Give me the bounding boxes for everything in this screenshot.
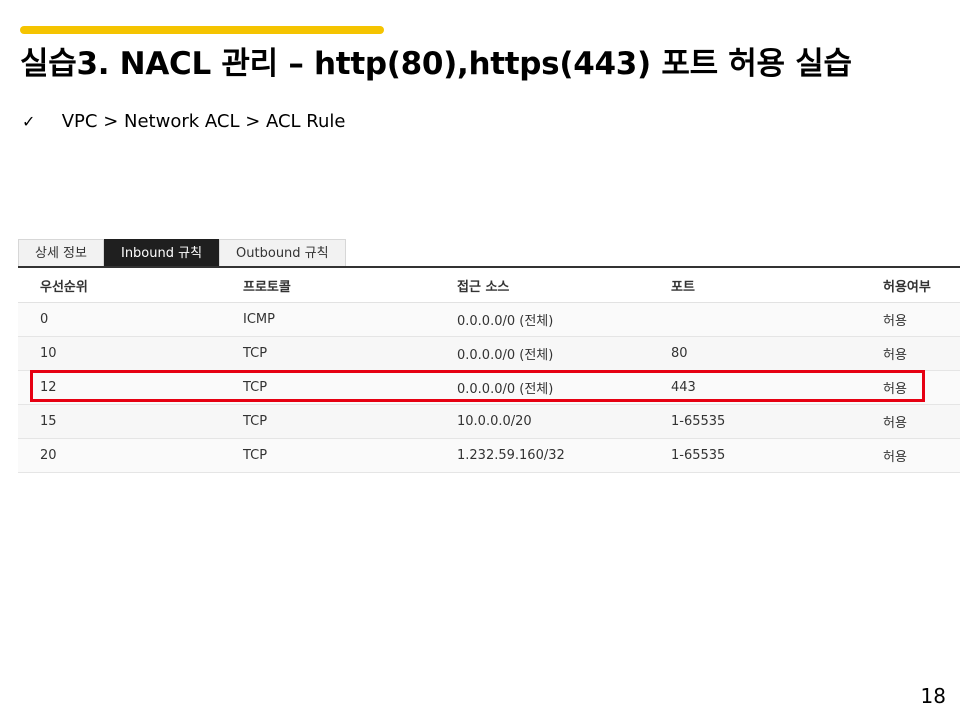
bullet-item: ✓ VPC > Network ACL > ACL Rule bbox=[22, 110, 346, 134]
table-row[interactable]: 20 TCP 1.232.59.160/32 1-65535 허용 bbox=[18, 438, 960, 473]
cell-protocol: TCP bbox=[221, 370, 435, 405]
check-mark-icon: ✓ bbox=[22, 112, 36, 131]
cell-port: 80 bbox=[649, 336, 861, 371]
cell-port bbox=[649, 302, 861, 337]
header-allow: 허용여부 bbox=[861, 268, 960, 303]
bullet-text: VPC > Network ACL > ACL Rule bbox=[61, 111, 346, 132]
cell-allow: 허용 bbox=[861, 336, 960, 371]
cell-port: 443 bbox=[649, 370, 861, 405]
cell-protocol: ICMP bbox=[221, 302, 435, 337]
table-row[interactable]: 10 TCP 0.0.0.0/0 (전체) 80 허용 bbox=[18, 336, 960, 371]
tab-details[interactable]: 상세 정보 bbox=[18, 239, 104, 266]
cell-source: 0.0.0.0/0 (전체) bbox=[435, 302, 649, 337]
cell-source: 0.0.0.0/0 (전체) bbox=[435, 370, 649, 405]
cell-priority: 10 bbox=[18, 336, 221, 371]
cell-protocol: TCP bbox=[221, 404, 435, 439]
cell-priority: 12 bbox=[18, 370, 221, 405]
cell-port: 1-65535 bbox=[649, 438, 861, 473]
cell-source: 10.0.0.0/20 bbox=[435, 404, 649, 439]
cell-protocol: TCP bbox=[221, 336, 435, 371]
tab-outbound-rules[interactable]: Outbound 규칙 bbox=[219, 239, 346, 266]
acl-rule-table: 우선순위 프로토콜 접근 소스 포트 허용여부 0 ICMP 0.0.0.0/0… bbox=[18, 266, 960, 473]
cell-allow: 허용 bbox=[861, 370, 960, 405]
cell-source: 1.232.59.160/32 bbox=[435, 438, 649, 473]
title-accent-bar bbox=[20, 26, 384, 34]
table-row-highlighted[interactable]: 12 TCP 0.0.0.0/0 (전체) 443 허용 bbox=[18, 370, 960, 405]
header-protocol: 프로토콜 bbox=[221, 268, 435, 303]
tab-inbound-rules[interactable]: Inbound 규칙 bbox=[103, 239, 220, 266]
cell-priority: 15 bbox=[18, 404, 221, 439]
cell-allow: 허용 bbox=[861, 302, 960, 337]
header-priority: 우선순위 bbox=[18, 268, 221, 303]
tab-bar: 상세 정보 Inbound 규칙 Outbound 규칙 bbox=[18, 238, 346, 266]
cell-allow: 허용 bbox=[861, 438, 960, 473]
cell-port: 1-65535 bbox=[649, 404, 861, 439]
cell-allow: 허용 bbox=[861, 404, 960, 439]
header-source: 접근 소스 bbox=[435, 268, 649, 303]
cell-protocol: TCP bbox=[221, 438, 435, 473]
table-header-row: 우선순위 프로토콜 접근 소스 포트 허용여부 bbox=[18, 268, 960, 303]
slide-title: 실습3. NACL 관리 – http(80),https(443) 포트 허용… bbox=[20, 46, 852, 82]
header-port: 포트 bbox=[649, 268, 861, 303]
cell-priority: 0 bbox=[18, 302, 221, 337]
table-row[interactable]: 0 ICMP 0.0.0.0/0 (전체) 허용 bbox=[18, 302, 960, 337]
table-row[interactable]: 15 TCP 10.0.0.0/20 1-65535 허용 bbox=[18, 404, 960, 439]
cell-source: 0.0.0.0/0 (전체) bbox=[435, 336, 649, 371]
cell-priority: 20 bbox=[18, 438, 221, 473]
page-number: 18 bbox=[920, 684, 946, 708]
